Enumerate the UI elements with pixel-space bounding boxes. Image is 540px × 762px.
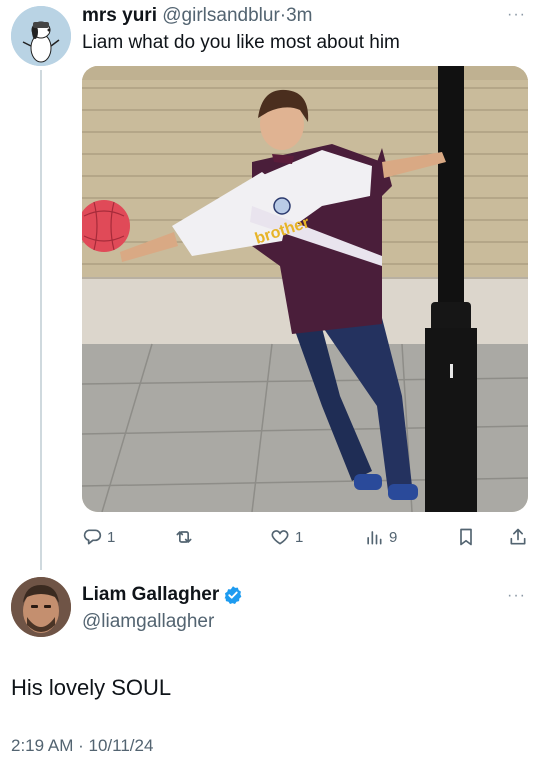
separator-dot: · (78, 736, 84, 755)
tweet-header: mrs yuri @girlsandblur·3m (82, 4, 313, 28)
display-name[interactable]: Liam Gallagher (82, 583, 219, 607)
bookmark-button[interactable] (456, 524, 476, 550)
thread-connector-line (40, 70, 42, 570)
verified-badge-icon (224, 586, 242, 604)
profile-photo-icon (11, 577, 71, 637)
tweet-date: 10/11/24 (88, 736, 154, 755)
tweet-timestamp[interactable]: 2:19 AM · 10/11/24 (11, 735, 153, 757)
tweet-actions-bar: 1 1 9 (82, 524, 528, 550)
views-button[interactable]: 9 (364, 524, 397, 550)
tweet-text: Liam what do you like most about him (82, 32, 400, 53)
repost-button[interactable] (174, 524, 199, 550)
like-count: 1 (295, 528, 304, 546)
share-button[interactable] (508, 524, 528, 550)
tweet-time: 2:19 AM (11, 736, 74, 755)
tweet-photo[interactable]: brother (82, 66, 528, 512)
user-handle[interactable]: @liamgallagher (82, 610, 214, 634)
heart-icon (271, 530, 289, 545)
more-options-button[interactable]: ··· (507, 587, 526, 605)
share-icon (510, 528, 526, 545)
like-button[interactable]: 1 (270, 524, 303, 550)
reply-count: 1 (107, 528, 116, 546)
repost-icon (176, 531, 192, 543)
views-chart-icon (367, 531, 382, 545)
reply-button[interactable]: 1 (82, 524, 115, 550)
more-options-button[interactable]: ··· (507, 6, 526, 24)
views-count: 9 (389, 528, 398, 546)
snoopy-avatar-icon (11, 6, 71, 66)
avatar-liamgallagher[interactable] (11, 577, 71, 637)
photo-man-leaning-on-lamppost: brother (82, 66, 528, 512)
reply-icon (83, 529, 102, 545)
tweet-timestamp[interactable]: 3m (286, 5, 312, 26)
user-handle[interactable]: @girlsandblur (162, 5, 280, 26)
avatar-girlsandblur[interactable] (11, 6, 71, 66)
tweet-text: His lovely SOUL (11, 675, 172, 700)
tweet-author[interactable]: Liam Gallagher (82, 583, 243, 607)
bookmark-icon (460, 528, 472, 546)
display-name[interactable]: mrs yuri (82, 5, 157, 26)
